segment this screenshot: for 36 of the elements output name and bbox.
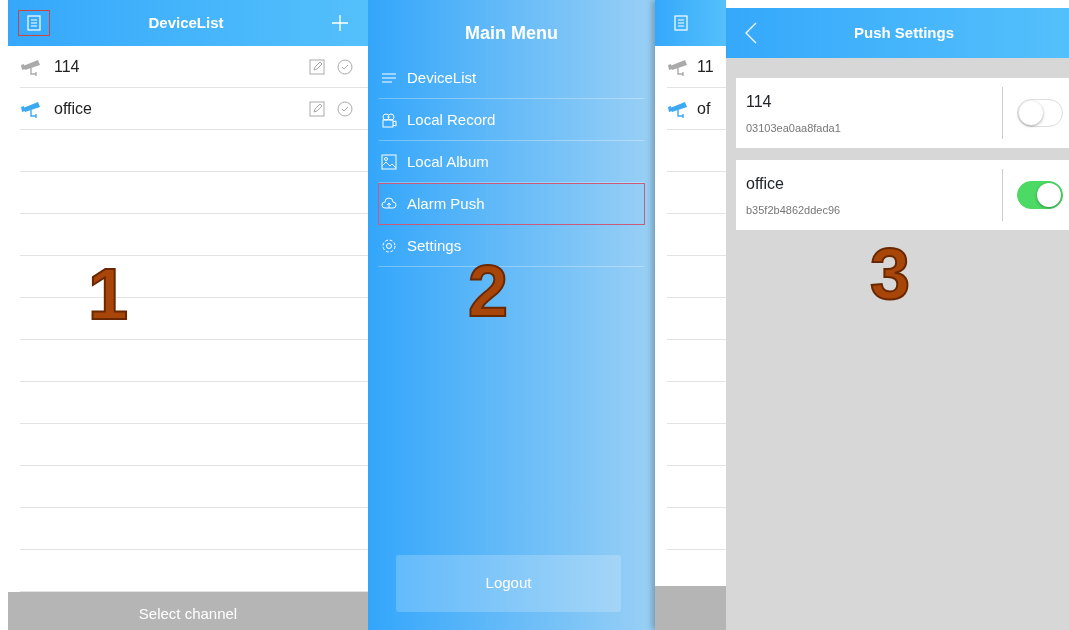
edit-icon (309, 58, 325, 75)
device-id: b35f2b4862ddec96 (746, 202, 842, 218)
menu-button[interactable] (18, 10, 50, 36)
device-id: 03103ea0aa8fada1 (746, 120, 842, 136)
device-name: of (697, 98, 711, 119)
check-circle-icon (337, 100, 353, 117)
step-number: 3 (870, 238, 911, 310)
document-icon (674, 15, 688, 31)
device-name: office (746, 173, 785, 194)
menu-item[interactable]: Local Album (378, 141, 645, 183)
cloud-upload-icon (381, 196, 397, 212)
screen-title: DeviceList (148, 12, 224, 33)
select-channel-button[interactable]: Select channel (8, 592, 368, 630)
device-name: 11 (697, 56, 714, 77)
plus-icon (331, 14, 349, 32)
document-icon (27, 15, 41, 31)
menu-item[interactable]: Local Record (378, 99, 645, 141)
menu-title: Main Menu (464, 22, 559, 45)
bottom-bar (655, 586, 726, 630)
device-name: 114 (746, 91, 773, 112)
menu-item[interactable]: DeviceList (378, 57, 645, 99)
screen-title: Push Settings (854, 22, 954, 43)
device-name: 114 (54, 56, 81, 77)
check-circle-icon (337, 58, 353, 75)
edit-icon (309, 100, 325, 117)
device-name: office (54, 98, 93, 119)
back-icon (745, 22, 757, 44)
logout-button[interactable]: Logout (396, 555, 621, 612)
step-number: 1 (88, 258, 129, 330)
picture-icon (381, 154, 397, 170)
gear-icon (381, 238, 397, 254)
video-camera-icon (381, 112, 397, 128)
toggle-switch[interactable] (1017, 99, 1063, 127)
lines-icon (381, 70, 397, 86)
toggle-switch[interactable] (1017, 181, 1063, 209)
menu-item[interactable]: Alarm Push (378, 183, 645, 225)
